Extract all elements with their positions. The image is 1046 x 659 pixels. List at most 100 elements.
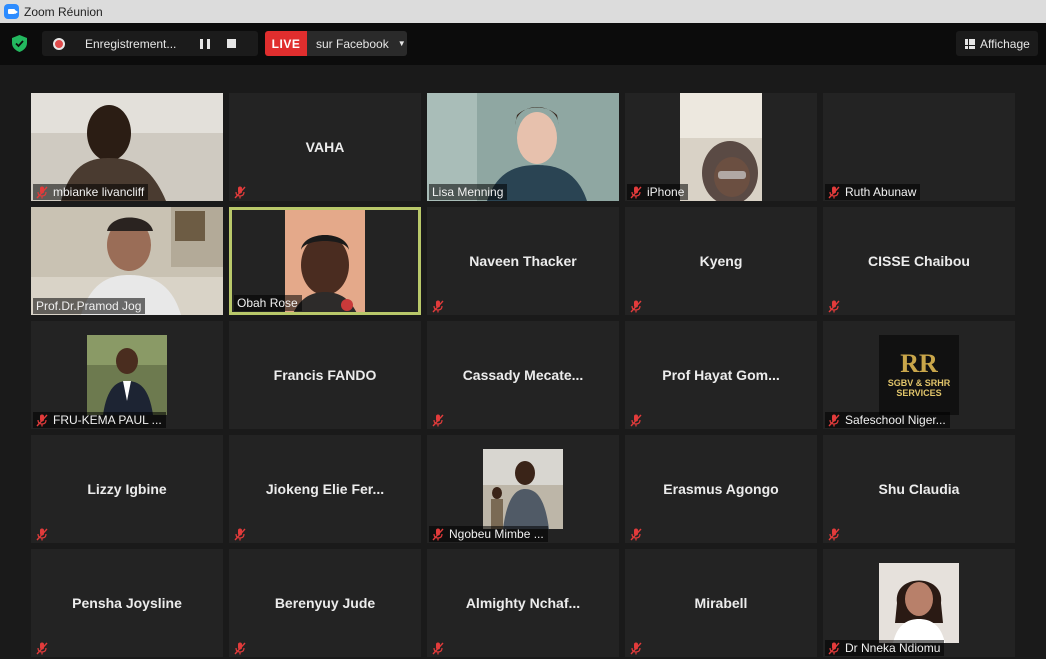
chevron-down-icon: ▼ <box>397 39 406 48</box>
participant-display-name: Erasmus Agongo <box>663 481 779 497</box>
participant-tile[interactable]: Shu Claudia <box>823 435 1015 543</box>
participant-name-label: Ngobeu Mimbe ... <box>429 526 548 542</box>
pause-recording-icon[interactable] <box>200 38 210 49</box>
participant-mute-indicator <box>33 526 57 542</box>
participant-name: Prof.Dr.Pramod Jog <box>36 299 142 313</box>
participant-mute-indicator <box>627 640 651 656</box>
recording-label: Enregistrement... <box>85 36 177 51</box>
live-badge: LIVE <box>265 31 307 56</box>
participant-display-name: Pensha Joysline <box>72 595 182 611</box>
muted-microphone-icon <box>234 186 246 198</box>
security-shield-icon[interactable] <box>12 35 27 52</box>
muted-microphone-icon <box>630 186 642 198</box>
participant-tile[interactable]: Erasmus Agongo <box>625 435 817 543</box>
meeting-top-bar: Enregistrement... LIVE sur Facebook ▼ Af… <box>0 23 1046 65</box>
muted-microphone-icon <box>234 528 246 540</box>
muted-microphone-icon <box>234 642 246 654</box>
participant-tile[interactable]: Obah Rose <box>229 207 421 315</box>
participant-display-name: Lizzy Igbine <box>87 481 167 497</box>
gallery-grid-icon <box>965 38 975 49</box>
participant-name: iPhone <box>647 185 685 199</box>
participant-tile[interactable]: Cassady Mecate... <box>427 321 619 429</box>
participant-display-name: Mirabell <box>694 595 748 611</box>
participant-name-label: Prof.Dr.Pramod Jog <box>33 298 146 314</box>
muted-microphone-icon <box>828 528 840 540</box>
muted-microphone-icon <box>432 528 444 540</box>
participant-name-label: Ruth Abunaw <box>825 184 921 200</box>
muted-microphone-icon <box>630 300 642 312</box>
participant-tile[interactable]: Kyeng <box>625 207 817 315</box>
muted-microphone-icon <box>828 642 840 654</box>
participant-photo <box>483 449 563 529</box>
participant-name-label: Obah Rose <box>234 295 302 311</box>
muted-microphone-icon <box>36 642 48 654</box>
participant-tile[interactable]: Pensha Joysline <box>31 549 223 657</box>
participant-name: Lisa Menning <box>432 185 504 199</box>
participant-tile[interactable]: Lizzy Igbine <box>31 435 223 543</box>
participant-display-name: Naveen Thacker <box>469 253 577 269</box>
muted-microphone-icon <box>432 642 444 654</box>
participant-tile[interactable]: Almighty Nchaf... <box>427 549 619 657</box>
live-stream-control[interactable]: LIVE sur Facebook ▼ <box>265 31 407 56</box>
participant-tile[interactable]: Francis FANDO <box>229 321 421 429</box>
participant-tile[interactable]: iPhone <box>625 93 817 201</box>
participant-display-name: Prof Hayat Gom... <box>662 367 780 383</box>
muted-microphone-icon <box>630 642 642 654</box>
zoom-logo-icon <box>4 4 19 19</box>
recording-dot-icon <box>53 37 65 50</box>
participant-mute-indicator <box>627 526 651 542</box>
participant-display-name: Cassady Mecate... <box>462 367 584 383</box>
participant-display-name: Shu Claudia <box>878 481 960 497</box>
participant-tile[interactable]: Mirabell <box>625 549 817 657</box>
recording-indicator: Enregistrement... <box>42 31 258 56</box>
participant-gallery: mbianke livancliff VAHA Lisa Menning iPhone… <box>31 93 1016 659</box>
participant-display-name: Francis FANDO <box>273 367 377 383</box>
participant-name: Ruth Abunaw <box>845 185 917 199</box>
view-label: Affichage <box>980 36 1030 51</box>
participant-video <box>680 93 762 201</box>
participant-tile[interactable]: Prof.Dr.Pramod Jog <box>31 207 223 315</box>
participant-tile[interactable]: mbianke livancliff <box>31 93 223 201</box>
participant-name: Dr Nneka Ndiomu <box>845 641 941 655</box>
participant-tile[interactable]: Jiokeng Elie Fer... <box>229 435 421 543</box>
participant-tile[interactable]: Lisa Menning <box>427 93 619 201</box>
organization-logo: RR SGBV & SRHR SERVICES <box>879 335 959 415</box>
participant-name: Obah Rose <box>237 296 298 310</box>
participant-tile[interactable]: Prof Hayat Gom... <box>625 321 817 429</box>
participant-tile[interactable]: VAHA <box>229 93 421 201</box>
participant-mute-indicator <box>627 298 651 314</box>
participant-tile[interactable]: Ngobeu Mimbe ... <box>427 435 619 543</box>
participant-photo <box>879 563 959 643</box>
participant-mute-indicator <box>825 526 849 542</box>
view-button[interactable]: Affichage <box>956 31 1038 56</box>
participant-display-name: Almighty Nchaf... <box>465 595 581 611</box>
muted-microphone-icon <box>432 300 444 312</box>
participant-display-name: Berenyuy Jude <box>274 595 376 611</box>
live-target-dropdown[interactable]: sur Facebook ▼ <box>307 31 407 56</box>
muted-microphone-icon <box>36 186 48 198</box>
muted-microphone-icon <box>828 414 840 426</box>
participant-tile[interactable]: FRU-KEMA PAUL ... <box>31 321 223 429</box>
participant-mute-indicator <box>231 184 255 200</box>
participant-display-name: VAHA <box>305 139 345 155</box>
stop-recording-icon[interactable] <box>227 39 236 48</box>
participant-tile[interactable]: Naveen Thacker <box>427 207 619 315</box>
muted-microphone-icon <box>36 528 48 540</box>
muted-microphone-icon <box>828 300 840 312</box>
participant-display-name: Kyeng <box>699 253 743 269</box>
participant-name-label: Dr Nneka Ndiomu <box>825 640 945 656</box>
participant-photo <box>87 335 167 415</box>
participant-name: Safeschool Niger... <box>845 413 946 427</box>
participant-mute-indicator <box>33 640 57 656</box>
participant-mute-indicator <box>825 298 849 314</box>
muted-microphone-icon <box>630 528 642 540</box>
participant-display-name: Jiokeng Elie Fer... <box>265 481 385 497</box>
participant-tile[interactable]: RR SGBV & SRHR SERVICES Safeschool Niger... <box>823 321 1015 429</box>
participant-tile[interactable]: CISSE Chaibou <box>823 207 1015 315</box>
participant-tile[interactable]: Berenyuy Jude <box>229 549 421 657</box>
participant-tile[interactable]: Dr Nneka Ndiomu <box>823 549 1015 657</box>
participant-tile[interactable]: Ruth Abunaw <box>823 93 1015 201</box>
logo-text: SGBV & SRHR <box>887 378 951 388</box>
participant-name: Ngobeu Mimbe ... <box>449 527 544 541</box>
participant-mute-indicator <box>429 640 453 656</box>
